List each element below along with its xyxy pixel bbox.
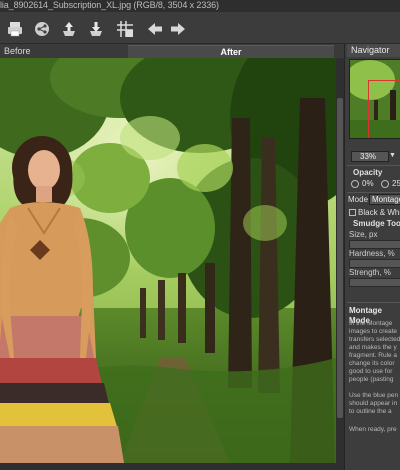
black-white-label: Black & White <box>358 208 400 217</box>
grid-icon[interactable] <box>116 20 134 38</box>
window-title-bar: lia_8902614_Subscription_XL.jpg (RGB/8, … <box>0 0 400 12</box>
info-line: When ready, pre <box>349 426 397 433</box>
navigator-header: Navigator <box>347 44 400 57</box>
arrow-right-icon[interactable] <box>169 20 187 38</box>
info-line: transfers selected <box>349 336 400 343</box>
info-line: people (pasting <box>349 376 394 383</box>
opacity-option-0-label: 0% <box>362 179 374 188</box>
arrow-left-icon[interactable] <box>146 20 164 38</box>
canvas-horizontal-scrollbar[interactable] <box>0 463 344 470</box>
tab-after[interactable]: After <box>128 45 334 58</box>
divider <box>347 192 400 193</box>
settings-panel: Navigator 33% ▼ Opacity 0% 25 Mode Monta… <box>344 44 400 470</box>
zoom-dropdown-icon[interactable]: ▼ <box>389 151 397 162</box>
info-line: fragment. Rule a <box>349 352 398 359</box>
opacity-radio-0[interactable] <box>351 180 359 188</box>
upload-icon[interactable] <box>60 20 78 38</box>
mode-select[interactable]: Montage <box>369 194 400 205</box>
hardness-slider[interactable] <box>349 259 400 268</box>
smudge-tool-title: Smudge Tool <box>353 219 400 228</box>
black-white-checkbox[interactable] <box>349 209 356 216</box>
navigator-thumbnail[interactable] <box>349 59 400 139</box>
download-icon[interactable] <box>87 20 105 38</box>
navigator-viewport-frame[interactable] <box>368 80 400 138</box>
info-line: should appear in <box>349 400 398 407</box>
opacity-label: Opacity <box>353 168 383 177</box>
tab-before[interactable]: Before <box>0 45 128 58</box>
size-label: Size, px <box>349 230 378 239</box>
size-slider[interactable] <box>349 240 400 249</box>
window-title: lia_8902614_Subscription_XL.jpg (RGB/8, … <box>0 0 219 10</box>
info-line: change its color <box>349 360 395 367</box>
view-tabs: Before After <box>0 44 344 58</box>
divider <box>347 302 400 303</box>
info-line: Use the blue pen <box>349 392 399 399</box>
canvas-vertical-scrollbar[interactable] <box>336 58 344 463</box>
print-icon[interactable] <box>6 20 24 38</box>
mode-label: Mode <box>348 195 369 204</box>
toolbar <box>0 12 400 44</box>
divider <box>347 165 400 166</box>
hardness-label: Hardness, % <box>349 249 395 258</box>
photo-woman-in-forest <box>0 58 336 463</box>
info-line: images to create <box>349 328 398 335</box>
opacity-radio-25[interactable] <box>381 180 389 188</box>
strength-slider[interactable] <box>349 278 400 287</box>
info-line: and makes the y <box>349 344 397 351</box>
opacity-option-25-label: 25 <box>392 179 400 188</box>
zoom-input[interactable]: 33% <box>351 151 389 162</box>
info-line: to outline the a <box>349 408 392 415</box>
scrollbar-thumb[interactable] <box>337 98 343 418</box>
share-icon[interactable] <box>33 20 51 38</box>
info-line: In the Montage <box>349 320 393 327</box>
strength-label: Strength, % <box>349 268 391 277</box>
image-canvas[interactable] <box>0 58 336 463</box>
info-line: good to use for <box>349 368 393 375</box>
